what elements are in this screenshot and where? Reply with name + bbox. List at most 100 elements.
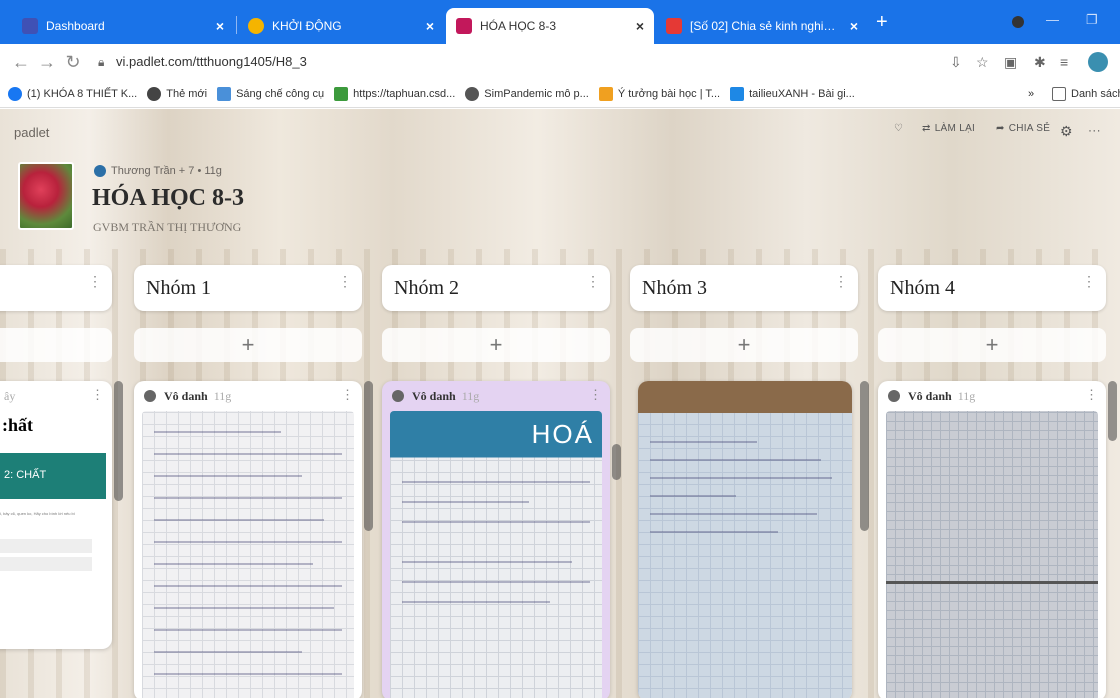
tab-label: HÓA HỌC 8-3 xyxy=(480,19,557,33)
post-card[interactable]: Vô danh 11g ⋮ xyxy=(134,381,362,698)
bookmark-label: (1) KHÓA 8 THIẾT K... xyxy=(27,87,138,100)
column-header-nhom-2[interactable]: Nhóm 2 ⋮ xyxy=(382,265,610,311)
close-tab-icon[interactable]: × xyxy=(216,18,224,34)
tab-khoi-dong[interactable]: KHỞI ĐỘNG × xyxy=(238,8,444,44)
tab-chia-se-kinh-nghiem[interactable]: [Số 02] Chia sẻ kinh nghiệm ỨNG × xyxy=(656,8,868,44)
column-header-nhom-1[interactable]: Nhóm 1 ⋮ xyxy=(134,265,362,311)
lock-icon: 🔒︎ xyxy=(98,55,105,69)
reload-icon[interactable]: ↻ xyxy=(60,52,86,73)
notebook-photo[interactable] xyxy=(638,381,852,698)
post-author: Vô danh xyxy=(164,388,208,403)
reading-list-label: Danh sách xyxy=(1071,87,1120,100)
kebab-menu-icon[interactable]: ⋮ xyxy=(586,273,600,290)
padlet-logo[interactable]: padlet xyxy=(14,125,49,140)
bookmark-label: Thẻ mới xyxy=(166,87,208,100)
remake-button[interactable]: ⇄ LÀM LẠI xyxy=(922,123,975,134)
anonymous-avatar-icon xyxy=(392,390,404,402)
bookmark-item[interactable]: SimPandemic mô p... xyxy=(465,86,589,101)
add-post-button[interactable]: + xyxy=(382,328,610,362)
new-tab-button[interactable]: + xyxy=(876,12,888,32)
notebook-fold xyxy=(886,581,1098,584)
bookmark-label: tailieuXANH - Bài gi... xyxy=(749,87,855,100)
bookmark-item[interactable]: tailieuXANH - Bài gi... xyxy=(730,86,855,101)
kebab-menu-icon[interactable]: ⋮ xyxy=(589,387,602,403)
padlet-favicon-icon xyxy=(456,18,472,34)
post-card[interactable]: Vô danh 11g ⋮ xyxy=(878,381,1106,698)
more-options-button[interactable]: ··· xyxy=(1088,123,1101,137)
reading-list-button[interactable]: Danh sách xyxy=(1052,86,1120,101)
kebab-menu-icon[interactable]: ⋮ xyxy=(341,387,354,403)
column-header-nhom-4[interactable]: Nhóm 4 ⋮ xyxy=(878,265,1106,311)
post-time: 11g xyxy=(957,388,976,403)
close-tab-icon[interactable]: × xyxy=(850,18,858,34)
more-bookmarks-button[interactable]: » xyxy=(1028,88,1034,100)
post-card-partial[interactable]: ây ⋮ :hất 2: CHẤT i, bây c6, quen ko, Hã… xyxy=(0,381,112,649)
column-header-nhom-3[interactable]: Nhóm 3 ⋮ xyxy=(630,265,858,311)
tab-hoa-hoc-active[interactable]: HÓA HỌC 8-3 × xyxy=(446,8,654,44)
input-placeholder xyxy=(0,539,92,553)
scrollbar[interactable] xyxy=(860,381,869,531)
bookmark-item[interactable]: Ý tưởng bài học | T... xyxy=(598,86,720,101)
kebab-menu-icon[interactable]: ⋮ xyxy=(338,273,352,290)
column-title: Nhóm 2 xyxy=(394,276,459,299)
back-icon[interactable]: ← xyxy=(8,52,34,73)
kebab-menu-icon[interactable]: ⋮ xyxy=(91,387,104,403)
profile-avatar-icon[interactable] xyxy=(1088,44,1108,80)
add-post-button[interactable]: + xyxy=(134,328,362,362)
bookmark-item[interactable]: (1) KHÓA 8 THIẾT K... xyxy=(8,86,138,101)
post-author: Vô danh xyxy=(908,388,952,403)
forward-icon[interactable]: → xyxy=(34,52,60,73)
extension-translate-icon[interactable]: ▣ xyxy=(1004,44,1017,80)
bookmark-page-icon xyxy=(730,86,745,101)
plus-icon: + xyxy=(241,332,255,357)
bookmark-item[interactable]: Thẻ mới xyxy=(147,86,208,101)
more-label: ··· xyxy=(1088,123,1101,137)
add-post-button[interactable]: + xyxy=(630,328,858,362)
like-icon[interactable]: ♡ xyxy=(894,123,903,134)
extensions-puzzle-icon[interactable]: ✱ xyxy=(1034,44,1046,80)
tab-dashboard[interactable]: Dashboard × xyxy=(12,8,234,44)
kebab-menu-icon[interactable]: ⋮ xyxy=(88,273,102,290)
plus-icon: + xyxy=(489,332,503,357)
minimize-icon[interactable]: — xyxy=(1046,12,1059,27)
scrollbar[interactable] xyxy=(114,381,123,501)
bookmark-star-icon[interactable]: ☆ xyxy=(976,44,989,80)
scrollbar[interactable] xyxy=(1108,381,1117,441)
embedded-banner: 2: CHẤT xyxy=(0,453,106,499)
share-button[interactable]: ➦ CHIA SẺ xyxy=(996,123,1050,134)
notebook-photo[interactable]: HOÁ xyxy=(390,411,602,698)
profile-icon[interactable] xyxy=(1012,16,1024,28)
post-card[interactable] xyxy=(638,381,852,698)
tab-label: KHỞI ĐỘNG xyxy=(272,19,342,33)
browser-tab-strip: Dashboard × KHỞI ĐỘNG × HÓA HỌC 8-3 × [S… xyxy=(0,0,1120,44)
settings-gear-icon[interactable]: ⚙ xyxy=(1060,123,1073,140)
scrollbar[interactable] xyxy=(364,381,373,531)
input-placeholder xyxy=(0,557,92,571)
kebab-menu-icon[interactable]: ⋮ xyxy=(1085,387,1098,403)
close-tab-icon[interactable]: × xyxy=(636,18,644,34)
padlet-board: padlet ♡ ⇄ LÀM LẠI ➦ CHIA SẺ ⚙ ··· Thương … xyxy=(0,109,1120,698)
scrollbar[interactable] xyxy=(612,444,621,480)
install-icon[interactable]: ⇩ xyxy=(950,44,962,80)
facebook-icon xyxy=(8,86,22,101)
kebab-menu-icon[interactable]: ⋮ xyxy=(1082,273,1096,290)
add-post-button[interactable] xyxy=(0,328,112,362)
restore-icon[interactable]: ❐ xyxy=(1086,12,1098,28)
address-bar[interactable]: 🔒︎ vi.padlet.com/ttthuong1405/H8_3 xyxy=(98,54,307,70)
kebab-menu-icon[interactable]: ⋮ xyxy=(834,273,848,290)
post-card[interactable]: Vô danh 11g ⋮ HOÁ xyxy=(382,381,610,698)
book-cover-text: HOÁ xyxy=(531,419,594,449)
author-name[interactable]: Thương Trần xyxy=(111,165,176,177)
notebook-photo[interactable] xyxy=(886,411,1098,698)
column-header-partial[interactable]: ⋮ xyxy=(0,265,112,311)
bookmark-item[interactable]: Sáng chế công cụ xyxy=(217,86,324,101)
list-icon xyxy=(1052,86,1066,101)
notebook-photo[interactable] xyxy=(142,411,354,698)
close-tab-icon[interactable]: × xyxy=(426,18,434,34)
add-post-button[interactable]: + xyxy=(878,328,1106,362)
url-text: vi.padlet.com/ttthuong1405/H8_3 xyxy=(116,54,307,69)
reading-list-icon[interactable]: ≡ xyxy=(1060,44,1068,80)
post-time: 11g xyxy=(213,388,232,403)
bookmark-item[interactable]: https://taphuan.csd... xyxy=(334,86,455,101)
youtube-favicon-icon xyxy=(666,18,682,34)
